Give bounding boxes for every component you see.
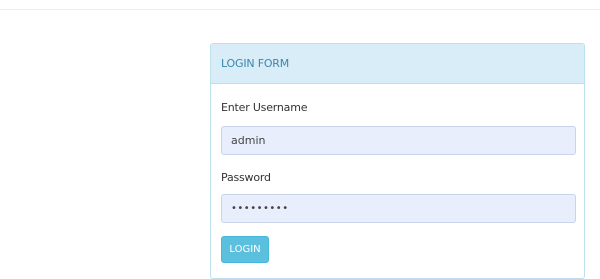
password-input[interactable]: •••••••••	[221, 194, 576, 223]
login-button-label: LOGIN	[229, 244, 261, 255]
top-divider	[0, 9, 600, 10]
password-value: •••••••••	[231, 203, 289, 214]
password-label: Password	[221, 171, 271, 184]
username-label: Enter Username	[221, 101, 308, 114]
login-panel: LOGIN FORM Enter Username admin Password…	[210, 43, 585, 279]
panel-heading: LOGIN FORM	[211, 44, 584, 84]
panel-title: LOGIN FORM	[221, 57, 290, 70]
login-button[interactable]: LOGIN	[221, 236, 269, 263]
username-value: admin	[231, 134, 266, 147]
username-input[interactable]: admin	[221, 126, 576, 155]
